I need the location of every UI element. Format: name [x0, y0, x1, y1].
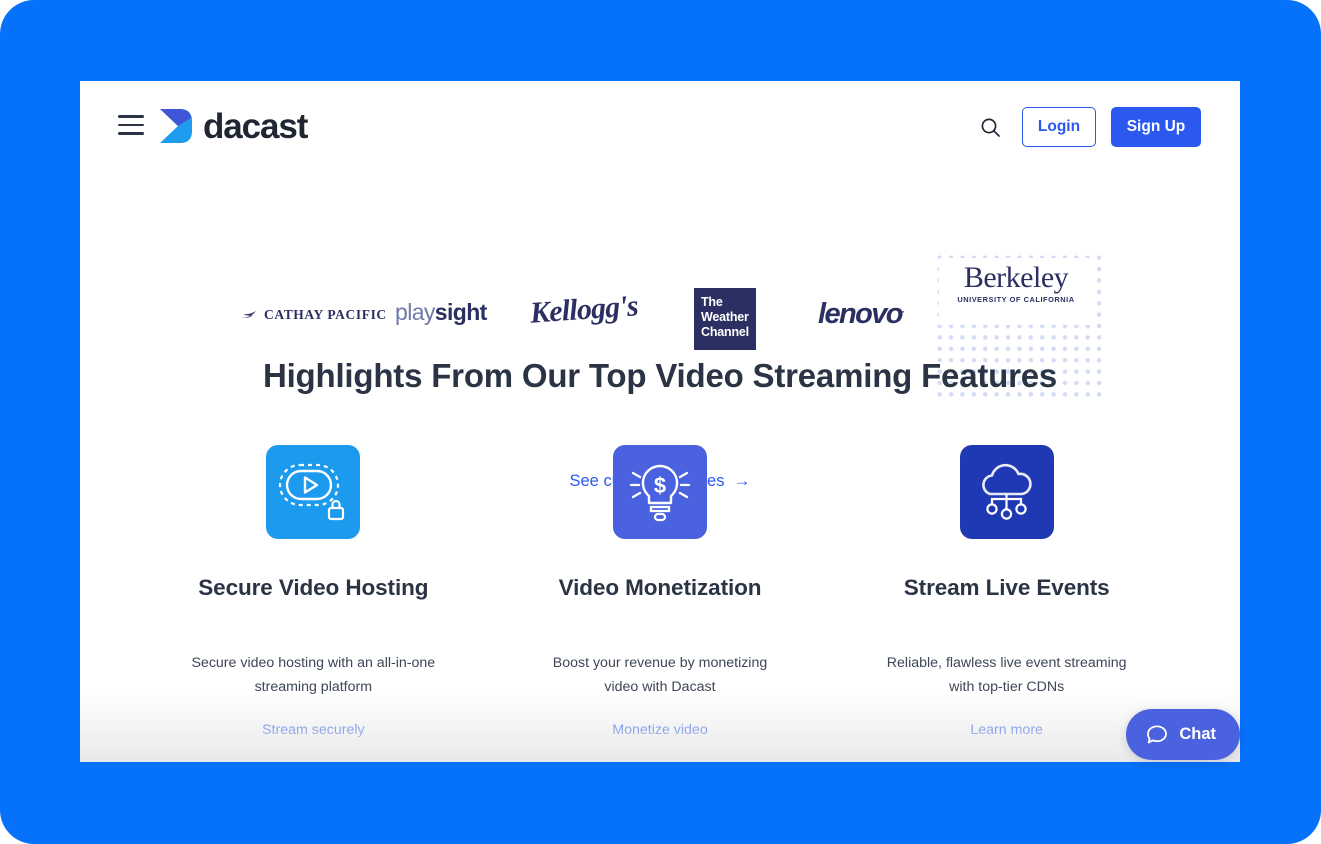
feature-cta-link[interactable]: Learn more — [970, 722, 1043, 738]
chat-widget-label: Chat — [1179, 725, 1216, 743]
search-icon[interactable] — [973, 110, 1007, 144]
cloud-cdn-network-icon — [959, 445, 1054, 539]
secure-video-play-lock-glyph — [279, 463, 345, 521]
logo-playsight-text-bold: sight — [434, 299, 488, 325]
logo-lenovo-mark: . — [901, 304, 904, 315]
chat-widget-button[interactable]: Chat — [1126, 709, 1240, 760]
logo-berkeley-text: Berkeley — [963, 261, 1069, 294]
dacast-arrow-logo — [160, 109, 192, 143]
logo-weather-channel: The Weather Channel — [694, 288, 756, 350]
feature-description: Reliable, flawless live event streaming … — [886, 655, 1127, 696]
svg-text:$: $ — [654, 473, 666, 498]
feature-description: Secure video hosting with an all-in-one … — [191, 655, 436, 696]
lightbulb-dollar-glyph: $ — [629, 464, 691, 522]
feature-title: Stream Live Events — [903, 575, 1110, 600]
logo-kelloggs: Kellogg's — [528, 289, 639, 330]
logo-playsight: playsight — [395, 299, 487, 326]
logo-weather-line3: Channel — [701, 324, 749, 339]
feature-card-secure-video-hosting: Secure Video Hosting Secure video hostin… — [140, 445, 487, 738]
login-button[interactable]: Login — [1022, 107, 1096, 147]
feature-title: Video Monetization — [558, 575, 762, 600]
feature-cta-link[interactable]: Stream securely — [262, 722, 365, 738]
feature-card-stream-live-events: Stream Live Events Reliable, flawless li… — [833, 445, 1180, 738]
search-glyph — [981, 118, 1000, 137]
signup-button[interactable]: Sign Up — [1111, 107, 1201, 147]
secure-video-play-lock-icon — [266, 445, 361, 539]
feature-cta-link[interactable]: Monetize video — [612, 722, 707, 738]
customer-logo-strip: CATHAY PACIFIC playsight Kellogg's The W… — [80, 181, 1240, 490]
feature-title: Secure Video Hosting — [198, 575, 429, 600]
logo-cathay-pacific: CATHAY PACIFIC — [240, 307, 387, 323]
logo-lenovo-text: lenovo — [818, 298, 903, 330]
feature-card-video-monetization: $ Video Monetization Boost your revenue … — [487, 445, 834, 738]
hamburger-icon[interactable] — [118, 115, 144, 135]
cathay-brushwing-icon — [240, 310, 257, 318]
logo-cathay-text: CATHAY PACIFIC — [264, 307, 387, 322]
page-frame: dacast Login Sign Up CATHAY PACIFIC play… — [0, 0, 1321, 844]
hamburger-bar — [118, 115, 144, 118]
brand-logo[interactable]: dacast — [158, 106, 308, 146]
logo-lenovo: lenovo. — [818, 298, 904, 331]
cloud-cdn-network-glyph — [981, 463, 1032, 520]
hamburger-bar — [118, 132, 144, 135]
site-header: dacast Login Sign Up — [80, 81, 1240, 171]
logo-playsight-text-light: play — [395, 299, 435, 325]
features-grid: Secure Video Hosting Secure video hostin… — [140, 445, 1180, 738]
header-actions: Login Sign Up — [973, 107, 1201, 147]
feature-description: Boost your revenue by monetizing video w… — [552, 655, 768, 696]
chat-bubble-icon — [1147, 725, 1168, 743]
lightbulb-dollar-icon: $ — [613, 445, 707, 539]
brand-name: dacast — [203, 106, 308, 146]
browser-card: dacast Login Sign Up CATHAY PACIFIC play… — [80, 81, 1240, 762]
hamburger-bar — [118, 123, 144, 127]
page-title: Highlights From Our Top Video Streaming … — [262, 357, 1058, 394]
logo-berkeley-subtext: UNIVERSITY OF CALIFORNIA — [957, 295, 1075, 304]
logo-weather-line2: Weather — [701, 309, 749, 324]
logo-weather-line1: The — [701, 295, 723, 309]
logo-berkeley: Berkeley UNIVERSITY OF CALIFORNIA — [951, 261, 1081, 305]
